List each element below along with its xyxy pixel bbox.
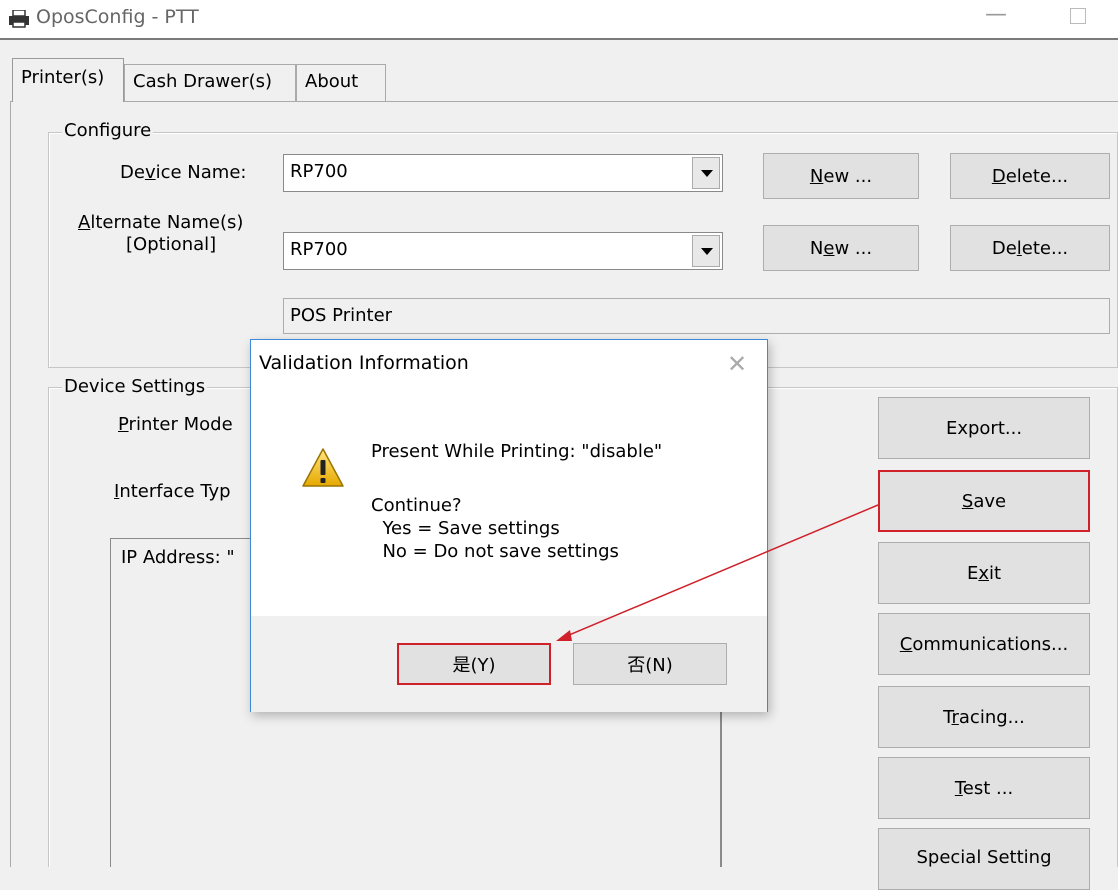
new-alt-button[interactable]: New ... (763, 225, 919, 271)
new-alt-label: New ... (809, 237, 873, 259)
new-device-button[interactable]: New ... (763, 153, 919, 199)
alt-name-combo[interactable]: RP700 (283, 232, 723, 270)
test-button[interactable]: Test ... (878, 757, 1090, 819)
no-button[interactable]: 否(N) (573, 643, 727, 685)
close-icon[interactable]: ✕ (727, 350, 747, 378)
minimize-icon[interactable]: — (985, 2, 1007, 27)
dialog-title: Validation Information (259, 352, 469, 374)
delete-device-label: Delete... (991, 165, 1069, 187)
tab-printers[interactable]: Printer(s) (12, 58, 124, 102)
exit-label: Exit (966, 562, 1002, 584)
dropdown-arrow-icon[interactable] (692, 157, 720, 189)
special-setting-label: Special Setting (916, 847, 1052, 868)
interface-type-label: Interface Typ (114, 481, 231, 502)
device-type-value: POS Printer (290, 305, 393, 326)
ip-address-label: IP Address: " (121, 547, 235, 568)
tab-printers-label: Printer(s) (21, 67, 105, 88)
window-title: OposConfig - PTT (36, 6, 199, 28)
printer-model-label: Printer Mode (118, 414, 233, 435)
device-settings-legend: Device Settings (62, 376, 208, 397)
yes-button[interactable]: 是(Y) (397, 643, 551, 685)
tab-about[interactable]: About (296, 64, 386, 102)
dialog-message-line4: No = Do not save settings (371, 541, 619, 562)
no-label: 否(N) (627, 655, 673, 676)
new-device-label: New ... (809, 165, 873, 187)
tab-cash-drawers[interactable]: Cash Drawer(s) (124, 64, 296, 102)
printer-app-icon (9, 10, 29, 28)
communications-label: Communications... (899, 633, 1069, 655)
dialog-message-line1: Present While Printing: "disable" (371, 441, 663, 462)
alt-name-value: RP700 (290, 239, 348, 260)
test-label: Test ... (954, 777, 1014, 799)
tracing-label: Tracing... (943, 706, 1025, 728)
tab-about-label: About (305, 71, 359, 92)
export-button[interactable]: Export... (878, 397, 1090, 459)
dropdown-arrow-icon[interactable] (692, 235, 720, 267)
configure-legend: Configure (62, 120, 154, 141)
export-label: Export... (945, 417, 1023, 439)
dialog-message-line2: Continue? (371, 495, 462, 516)
device-type-field: POS Printer (283, 298, 1110, 334)
alt-name-optional-label: [Optional] (126, 234, 217, 255)
warning-icon (302, 448, 344, 487)
delete-alt-button[interactable]: Delete... (950, 225, 1110, 271)
dialog-message-line3: Yes = Save settings (371, 518, 560, 539)
special-setting-button[interactable]: Special Setting (878, 828, 1090, 890)
maximize-icon[interactable] (1070, 8, 1086, 24)
device-name-label: Device Name: (120, 162, 247, 183)
delete-device-button[interactable]: Delete... (950, 153, 1110, 199)
exit-button[interactable]: Exit (878, 542, 1090, 604)
tab-cash-drawers-label: Cash Drawer(s) (133, 71, 273, 92)
delete-alt-label: Delete... (991, 237, 1069, 259)
device-name-value: RP700 (290, 161, 348, 182)
alt-name-label: Alternate Name(s) (78, 212, 244, 233)
communications-button[interactable]: Communications... (878, 613, 1090, 675)
tracing-button[interactable]: Tracing... (878, 686, 1090, 748)
validation-dialog: Validation Information ✕ Present While P… (250, 339, 768, 712)
yes-label: 是(Y) (452, 655, 496, 676)
save-label: Save (961, 490, 1007, 512)
save-button[interactable]: Save (878, 470, 1090, 532)
device-name-combo[interactable]: RP700 (283, 154, 723, 192)
title-bar: OposConfig - PTT — (0, 0, 1118, 40)
